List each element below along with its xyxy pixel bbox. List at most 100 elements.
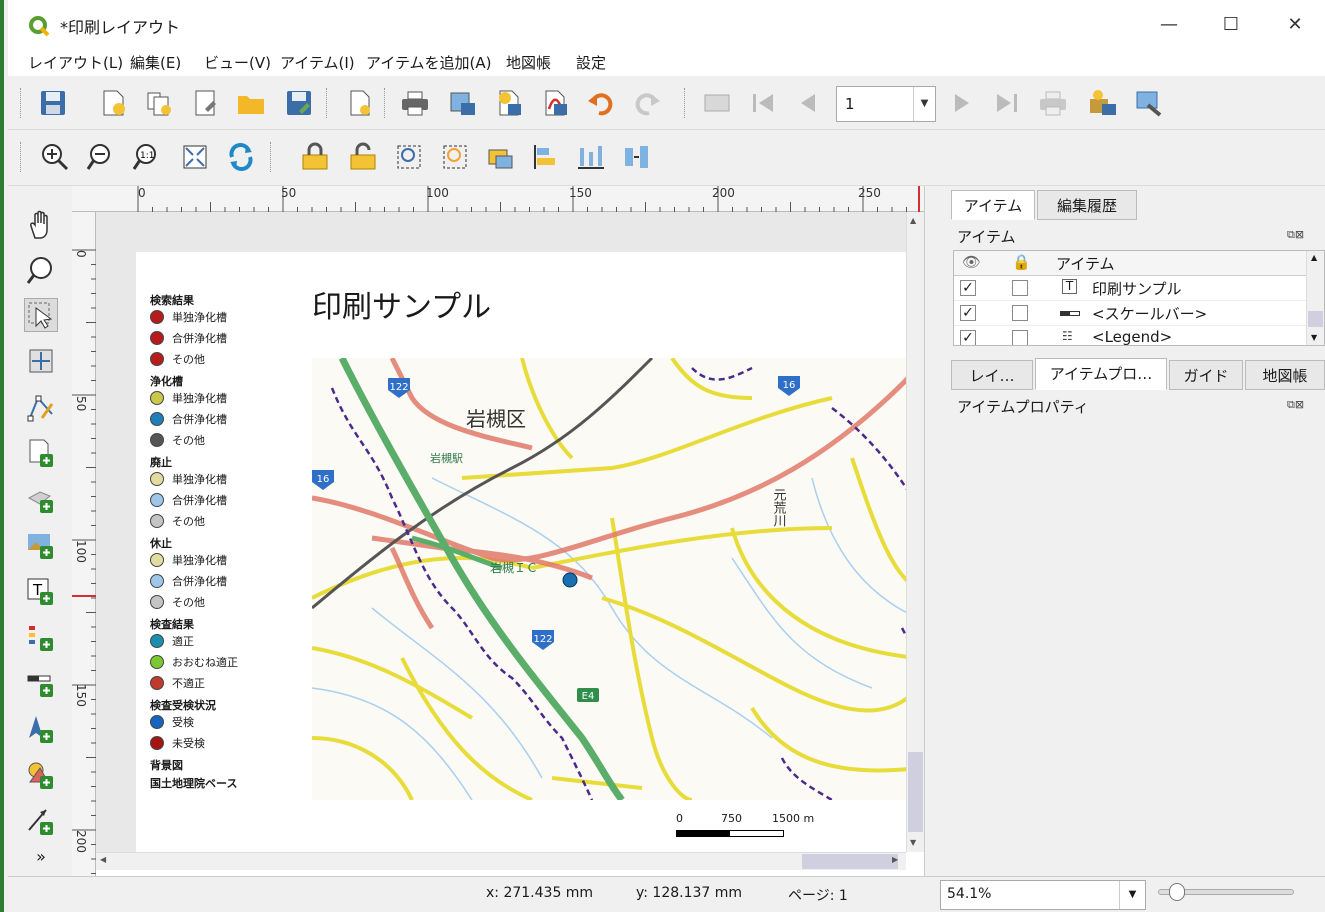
- layout-manager-icon[interactable]: [188, 86, 222, 120]
- panel-float-close-icon[interactable]: ⧉⊠: [1287, 398, 1317, 414]
- next-feature-icon[interactable]: [944, 86, 978, 120]
- print-icon[interactable]: [398, 86, 432, 120]
- add-label-icon[interactable]: T: [24, 574, 58, 608]
- tab-atlas[interactable]: 地図帳: [1245, 360, 1325, 390]
- atlas-preview-icon[interactable]: [700, 86, 734, 120]
- layout-view[interactable]: 検索結果 単独浄化槽 合併浄化槽 その他 浄化槽 単独浄化槽 合併浄化槽 その他 廃止 単独浄化槽…: [96, 212, 924, 852]
- add-scalebar-icon[interactable]: [24, 666, 58, 700]
- export-atlas-image-icon[interactable]: [1086, 86, 1120, 120]
- layout-page[interactable]: 検索結果 単独浄化槽 合併浄化槽 その他 浄化槽 単独浄化槽 合併浄化槽 その他 廃止 単独浄化槽…: [136, 252, 922, 852]
- ungroup-items-icon[interactable]: [438, 140, 472, 174]
- lock-checkbox[interactable]: [1012, 305, 1028, 321]
- tab-items[interactable]: アイテム: [951, 190, 1035, 220]
- add-picture-icon[interactable]: [24, 528, 58, 562]
- horizontal-ruler[interactable]: 0 50 100 150 200 250: [72, 186, 924, 212]
- layout-title-label[interactable]: 印刷サンプル: [312, 282, 491, 326]
- toolbar-handle[interactable]: [20, 88, 22, 118]
- scrollbar-thumb[interactable]: [908, 752, 923, 832]
- facility-marker[interactable]: [562, 572, 578, 588]
- menu-item[interactable]: アイテム(I): [280, 52, 355, 73]
- table-row[interactable]: ✓ <スケールバー>: [954, 301, 1308, 326]
- chevron-down-icon[interactable]: ▼: [913, 87, 935, 121]
- redo-icon[interactable]: [630, 86, 664, 120]
- new-layout-icon[interactable]: [96, 86, 130, 120]
- zoom-full-icon[interactable]: [178, 140, 212, 174]
- group-items-icon[interactable]: [392, 140, 426, 174]
- add-shape-icon[interactable]: [24, 758, 58, 792]
- scalebar-item[interactable]: 0 750 1500 m: [676, 812, 826, 852]
- zoom-slider-handle[interactable]: [1169, 883, 1185, 901]
- close-button[interactable]: ✕: [1270, 8, 1320, 42]
- zoom-combobox[interactable]: 54.1% ▼: [940, 880, 1146, 910]
- export-pdf-icon[interactable]: [538, 86, 572, 120]
- menu-view[interactable]: ビュー(V): [204, 52, 271, 73]
- scrollbar-thumb[interactable]: [802, 854, 898, 869]
- legend-item[interactable]: 検索結果 単独浄化槽 合併浄化槽 その他 浄化槽 単独浄化槽 合併浄化槽 その他 廃止 単独浄化槽…: [150, 288, 300, 790]
- align-items-icon[interactable]: [528, 140, 562, 174]
- distribute-items-icon[interactable]: [574, 140, 608, 174]
- print-atlas-icon[interactable]: [1036, 86, 1070, 120]
- horizontal-scrollbar[interactable]: ◀ ▶: [96, 852, 906, 870]
- scrollbar-thumb[interactable]: [1308, 311, 1323, 327]
- save-layout-icon[interactable]: [36, 86, 70, 120]
- atlas-page-selector[interactable]: 1 ▼: [836, 86, 936, 122]
- select-tool-icon[interactable]: [24, 298, 58, 332]
- table-row[interactable]: ✓ T 印刷サンプル: [954, 276, 1308, 301]
- zoom-in-icon[interactable]: [38, 140, 72, 174]
- tab-guides[interactable]: ガイド: [1169, 360, 1243, 390]
- tab-undo-history[interactable]: 編集履歴: [1037, 190, 1137, 220]
- menu-settings[interactable]: 設定: [576, 52, 606, 73]
- add-legend-icon[interactable]: [24, 620, 58, 654]
- raise-items-icon[interactable]: [484, 140, 518, 174]
- items-scrollbar[interactable]: ▲ ▼: [1306, 251, 1324, 345]
- scroll-right-icon[interactable]: ▶: [892, 855, 898, 864]
- undo-icon[interactable]: [584, 86, 618, 120]
- panel-float-close-icon[interactable]: ⧉⊠: [1287, 228, 1317, 244]
- menu-layout[interactable]: レイアウト(L): [28, 52, 123, 73]
- edit-nodes-icon[interactable]: [24, 390, 58, 424]
- move-content-icon[interactable]: [24, 344, 58, 378]
- lock-items-icon[interactable]: [298, 140, 332, 174]
- open-folder-icon[interactable]: [234, 86, 268, 120]
- menu-atlas[interactable]: 地図帳: [506, 52, 551, 73]
- minimize-button[interactable]: —: [1144, 8, 1194, 42]
- maximize-button[interactable]: ☐: [1206, 8, 1256, 42]
- table-row[interactable]: ✓ ☷ <Legend>: [954, 326, 1308, 345]
- refresh-icon[interactable]: [224, 140, 258, 174]
- toolbar-handle[interactable]: [20, 142, 22, 172]
- tab-layout[interactable]: レイ…: [951, 360, 1033, 390]
- lock-checkbox[interactable]: [1012, 280, 1028, 296]
- chevron-down-icon[interactable]: ▼: [1119, 881, 1145, 909]
- tab-item-properties[interactable]: アイテムプロ…: [1035, 358, 1167, 390]
- new-page-icon[interactable]: [342, 86, 376, 120]
- zoom-slider[interactable]: [1158, 883, 1294, 901]
- add-north-arrow-icon[interactable]: [24, 712, 58, 746]
- menu-add-item[interactable]: アイテムを追加(A): [366, 52, 491, 73]
- menu-edit[interactable]: 編集(E): [130, 52, 181, 73]
- visibility-checkbox[interactable]: ✓: [960, 280, 976, 296]
- add-3d-map-icon[interactable]: [24, 482, 58, 516]
- export-image-icon[interactable]: [446, 86, 480, 120]
- vertical-scrollbar[interactable]: ▲ ▼: [906, 212, 924, 852]
- zoom-out-icon[interactable]: [84, 140, 118, 174]
- duplicate-layout-icon[interactable]: [142, 86, 176, 120]
- scroll-left-icon[interactable]: ◀: [100, 855, 106, 864]
- previous-feature-icon[interactable]: [792, 86, 826, 120]
- save-as-template-icon[interactable]: [282, 86, 316, 120]
- scroll-down-icon[interactable]: ▼: [1311, 333, 1317, 342]
- atlas-settings-icon[interactable]: [1132, 86, 1166, 120]
- last-feature-icon[interactable]: [990, 86, 1024, 120]
- lock-checkbox[interactable]: [1012, 330, 1028, 345]
- add-map-icon[interactable]: [24, 436, 58, 470]
- export-svg-icon[interactable]: [492, 86, 526, 120]
- add-arrow-icon[interactable]: [24, 804, 58, 838]
- zoom-tool-icon[interactable]: [24, 254, 58, 288]
- scroll-up-icon[interactable]: ▲: [1311, 253, 1317, 262]
- unlock-items-icon[interactable]: [346, 140, 380, 174]
- zoom-actual-icon[interactable]: 1:1: [130, 140, 164, 174]
- items-table[interactable]: 👁 🔒 アイテム ✓ T 印刷サンプル ✓ <スケールバー> ✓ ☷ <Lege: [953, 250, 1325, 346]
- map-item[interactable]: 122 16 16 122 E4 岩槻区 岩槻駅 岩槻ＩＣ 元荒川: [312, 358, 918, 800]
- visibility-checkbox[interactable]: ✓: [960, 305, 976, 321]
- scroll-up-icon[interactable]: ▲: [910, 216, 916, 225]
- first-feature-icon[interactable]: [746, 86, 780, 120]
